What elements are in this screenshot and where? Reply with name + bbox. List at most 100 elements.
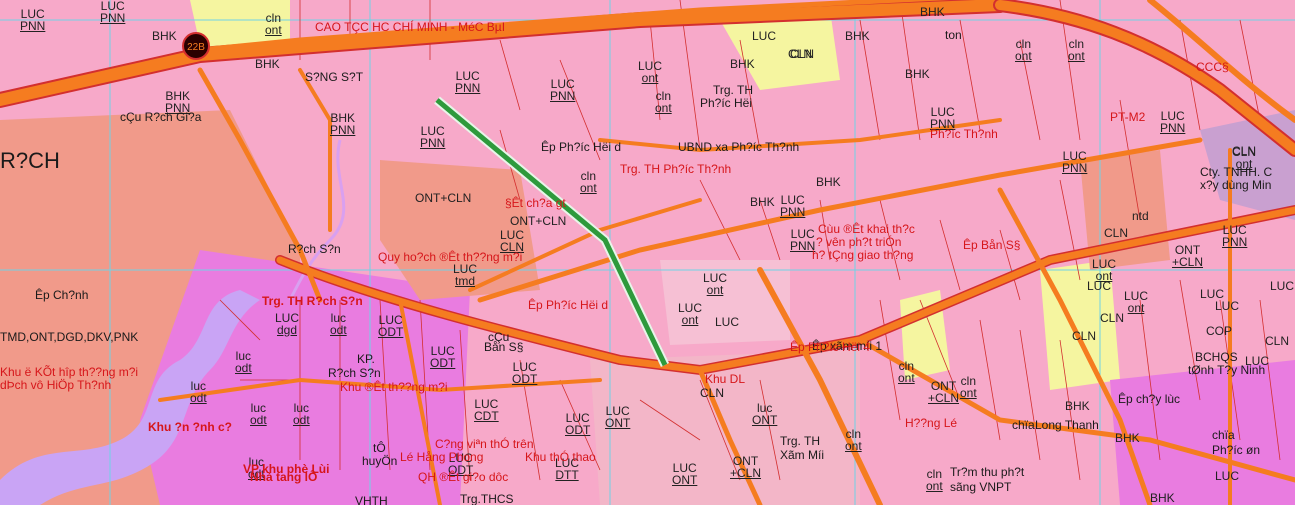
- zone-code: BHK: [920, 5, 945, 19]
- zone-subcode: odt: [330, 323, 347, 337]
- zone-subcode: ont: [580, 181, 597, 195]
- zone-label: CLN: [1104, 227, 1128, 239]
- zone-label: BHK: [845, 30, 870, 42]
- zone-label: LUC dgd: [275, 312, 299, 336]
- place-label: TMD,ONT,DGD,DKV,PNK: [0, 330, 139, 344]
- zone-label: ONT+CLN: [510, 215, 566, 227]
- zone-label: LUC tmd: [453, 263, 477, 287]
- zone-code: LUC: [1215, 469, 1240, 483]
- red-map-label: h? tÇng giao th?ng: [812, 248, 914, 262]
- zone-subcode: odt: [235, 361, 252, 375]
- place-label: R?ch S?n: [328, 366, 381, 380]
- zone-subcode: odt: [250, 413, 267, 427]
- zone-subcode: PNN: [420, 136, 446, 150]
- zone-label: CLN: [1072, 330, 1096, 342]
- zone-code: ONT+CLN: [510, 214, 567, 228]
- zone-label: luc odt: [250, 402, 267, 426]
- zone-code: LUC: [1087, 279, 1112, 293]
- land-use-map[interactable]: 22B LUC PNN LUC PNN cln ont BHK BHK BHK PNN BHK PNN…: [0, 0, 1295, 505]
- red-map-label: Trg. TH R?ch S?n: [262, 294, 363, 308]
- zone-subcode: ont: [655, 101, 672, 115]
- zone-label: BHK: [920, 6, 945, 18]
- zone-label: LUC PNN: [550, 78, 575, 102]
- zone-subcode: CDT: [474, 409, 499, 423]
- place-label: x?y dùng Min: [1200, 178, 1272, 192]
- zone-label: LUC ODT: [565, 412, 590, 436]
- zone-label: BHK: [1150, 492, 1175, 504]
- place-label: Trg. TH: [713, 83, 754, 97]
- zone-subcode: DTT: [555, 468, 579, 482]
- zone-code: LUC: [1215, 299, 1240, 313]
- place-label: Ph?íc Hëi: [700, 96, 753, 110]
- zone-label: LUC ONT: [672, 462, 697, 486]
- zone-subcode: PNN: [100, 11, 126, 25]
- zone-label: LUC: [1087, 280, 1111, 292]
- zone-subcode: odt: [190, 391, 207, 405]
- zone-label: ONT+CLN: [1172, 244, 1203, 268]
- zone-subcode: ont: [845, 439, 862, 453]
- zone-subcode: ONT: [672, 473, 698, 487]
- place-label: Long Thanh: [1035, 418, 1099, 432]
- zone-subcode: PNN: [330, 123, 356, 137]
- red-map-label: Khu ®Êt th??ng m?i: [340, 380, 448, 394]
- place-label: UBND xa Ph?íc Th?nh: [678, 140, 800, 154]
- red-map-label: Êp Bån S§: [963, 238, 1021, 252]
- zone-code: BHK: [816, 175, 841, 189]
- zone-label: cln ont: [926, 468, 943, 492]
- zone-label: LUC: [715, 316, 739, 328]
- zone-label: LUC: [752, 30, 776, 42]
- zone-code: LUC: [1270, 279, 1295, 293]
- zone-label: BHK: [750, 196, 775, 208]
- zone-subcode: ont: [1127, 301, 1145, 315]
- place-label: CLN: [700, 386, 725, 400]
- zone-code: CLN: [1072, 329, 1097, 343]
- place-label: sãng VNPT: [950, 480, 1012, 494]
- zone-label: LUC PNN: [100, 0, 125, 24]
- zone-code: BHK: [750, 195, 775, 209]
- zone-subcode: PNN: [780, 205, 806, 219]
- place-label: huyÖn: [362, 454, 398, 468]
- place-label: R?ch S?n: [288, 242, 341, 256]
- zone-subcode: PNN: [1160, 121, 1186, 135]
- zone-code: CLN: [788, 47, 813, 61]
- zone-label: BHK: [255, 58, 280, 70]
- red-map-label: PT-M2: [1110, 110, 1146, 124]
- zone-label: LUC PNN: [20, 8, 45, 32]
- zone-subcode: ont: [898, 371, 915, 385]
- zone-code: CLN: [1265, 334, 1290, 348]
- zone-label: BHK: [730, 58, 755, 70]
- zone-subcode: ont: [1015, 49, 1032, 63]
- zone-code: BHK: [845, 29, 870, 43]
- place-label: tØnh T?y Ninh: [1188, 363, 1266, 377]
- red-map-label: Khu thÓ thao: [525, 450, 596, 464]
- zone-subcode: ODT: [430, 356, 456, 370]
- zone-code: ntd: [1132, 209, 1149, 223]
- red-map-label: Quy ho?ch ®Êt th??ng m?i: [378, 250, 523, 264]
- place-label: Xãm Míi: [780, 448, 825, 462]
- zone-label: LUC ODT: [430, 345, 455, 369]
- zone-code: BHK: [1150, 491, 1175, 505]
- zone-label: LUC: [1215, 470, 1239, 482]
- zone-label: cln ont: [1015, 38, 1032, 62]
- red-map-label: Nhà tang lÔ: [250, 470, 318, 484]
- zone-subcode: odt: [293, 413, 310, 427]
- zone-label: LUC ont: [1124, 290, 1148, 314]
- zone-label: BHK: [905, 68, 930, 80]
- place-label: chïa: [1212, 428, 1235, 442]
- red-map-label: Êp Ph?íc Hëi 4: [790, 340, 871, 354]
- place-label: BCHQS: [1195, 350, 1238, 364]
- zone-code: LUC: [752, 29, 777, 43]
- zone-label: luc ONT: [752, 402, 777, 426]
- place-label: S?NG S?T: [305, 70, 364, 84]
- zone-code: BHK: [255, 57, 280, 71]
- red-map-label: Êp Ph?íc Hëi d: [528, 298, 609, 312]
- zone-subcode: dgd: [276, 323, 298, 337]
- zone-label: ONT+CLN: [415, 192, 471, 204]
- zone-label: cln ont: [265, 12, 282, 36]
- red-map-label: Cùu ®Êt khai th?c: [818, 222, 915, 236]
- place-label: tÔ: [373, 441, 386, 455]
- zone-label: LUC: [1215, 300, 1239, 312]
- zone-subcode: PNN: [550, 89, 576, 103]
- zone-subcode: PNN: [1222, 235, 1248, 249]
- zone-label: luc odt: [190, 380, 207, 404]
